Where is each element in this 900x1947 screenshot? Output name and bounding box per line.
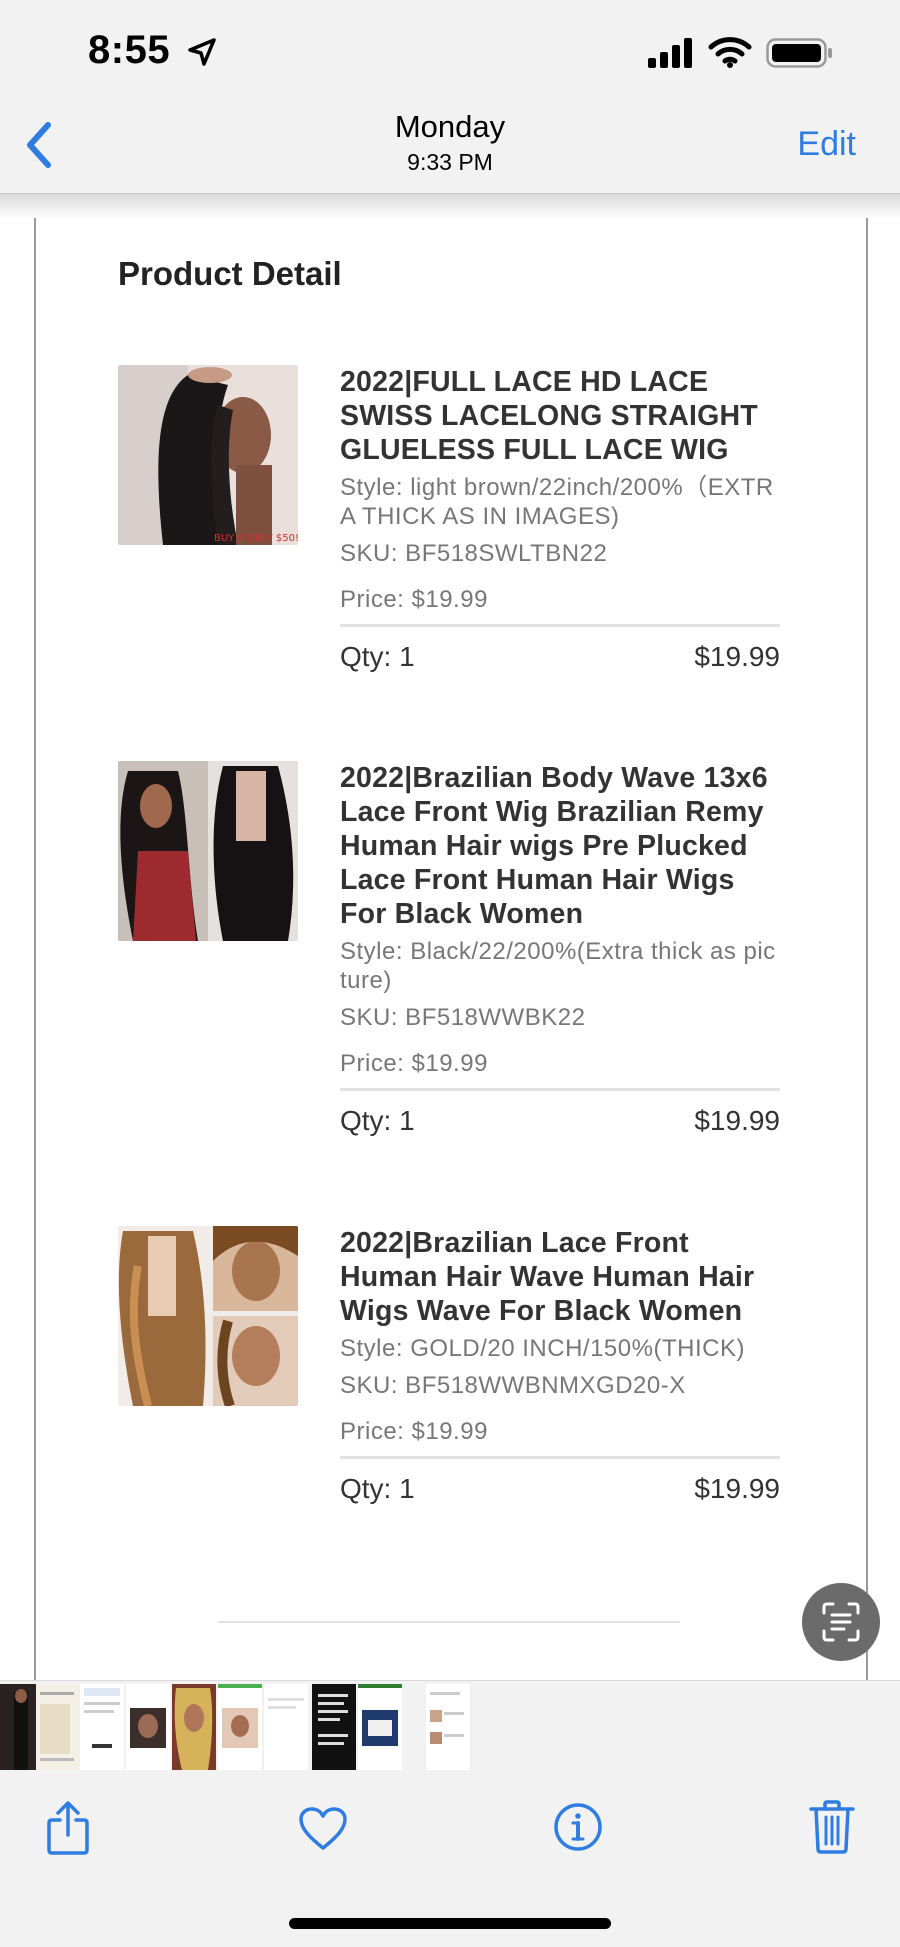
product-title: 2022|Brazilian Body Wave 13x6 Lace Front… [340,762,768,930]
product-sku: SKU: BF518SWLTBN22 [340,540,608,567]
product-style: Style: Black/22/200%(Extra thick as pict… [340,938,776,994]
product-info: 2022|Brazilian Lace Front Human Hair Wav… [340,1226,780,1505]
product-image[interactable]: BUY 4 ONLY $50!! [118,365,298,545]
photo-thumbnail[interactable] [264,1684,308,1770]
wifi-icon [708,36,752,73]
product-image[interactable] [118,761,298,941]
trash-icon[interactable] [809,1800,855,1859]
photo-thumbnail[interactable] [36,1684,80,1770]
navigation-bar: Monday 9:33 PM Edit [0,95,900,194]
qty-row: Qty: 1 $19.99 [340,641,780,673]
product-info: 2022|Brazilian Body Wave 13x6 Lace Front… [340,761,780,1137]
product-price: Price: $19.99 [340,586,488,613]
heart-icon[interactable] [298,1806,348,1857]
live-text-scan-icon[interactable] [802,1583,880,1661]
product-total: $19.99 [694,641,780,672]
product-sku: SKU: BF518WWBK22 [340,1004,586,1031]
product-total: $19.99 [694,1473,780,1504]
nav-shadow [0,193,900,219]
location-arrow-icon [186,36,218,73]
product-qty: Qty: 1 [340,1105,415,1136]
nav-title: Monday [394,109,506,144]
page-title: Product Detail [118,255,342,292]
product-title: 2022|FULL LACE HD LACE SWISS LACELONG ST… [340,366,758,466]
product-price: Price: $19.99 [340,1418,488,1445]
qty-row: Qty: 1 $19.99 [340,1105,780,1137]
product-price: Price: $19.99 [340,1050,488,1077]
product-style: Style: light brown/22inch/200%（EXTRA THI… [340,474,774,530]
status-bar: 8:55 [0,0,900,95]
product-qty: Qty: 1 [340,1473,415,1504]
edit-button[interactable]: Edit [797,125,856,164]
photo-thumbnail[interactable] [218,1684,262,1770]
divider [340,1088,780,1091]
photo-thumbnail[interactable] [358,1684,402,1770]
photo-thumbnail[interactable] [126,1684,170,1770]
product-info: 2022|FULL LACE HD LACE SWISS LACELONG ST… [340,365,780,673]
product-sku: SKU: BF518WWBNMXGD20-X [340,1372,686,1399]
photo-thumbnail[interactable] [426,1684,470,1770]
share-icon[interactable] [44,1800,92,1861]
product-total: $19.99 [694,1105,780,1136]
divider [218,1621,680,1623]
photo-thumbnail-strip[interactable] [0,1680,900,1773]
status-time: 8:55 [88,28,171,72]
product-image[interactable] [118,1226,298,1406]
battery-icon [766,38,834,73]
product-title: 2022|Brazilian Lace Front Human Hair Wav… [340,1227,755,1327]
product-qty: Qty: 1 [340,641,415,672]
thumbnail-overlay-text: BUY 4 ONLY $50!! [214,533,298,544]
nav-subtitle: 9:33 PM [407,149,493,175]
qty-row: Qty: 1 $19.99 [340,1473,780,1505]
photo-thumbnail[interactable] [172,1684,216,1770]
product-style: Style: GOLD/20 INCH/150%(THICK) [340,1335,745,1362]
photo-thumbnail[interactable] [312,1684,356,1770]
divider [340,624,780,627]
info-icon[interactable] [553,1802,603,1857]
nav-title-group: Monday 9:33 PM [0,109,900,176]
divider [340,1456,780,1459]
photo-thumbnail[interactable] [80,1684,124,1770]
home-indicator[interactable] [289,1918,611,1929]
cellular-signal-icon [648,38,696,73]
